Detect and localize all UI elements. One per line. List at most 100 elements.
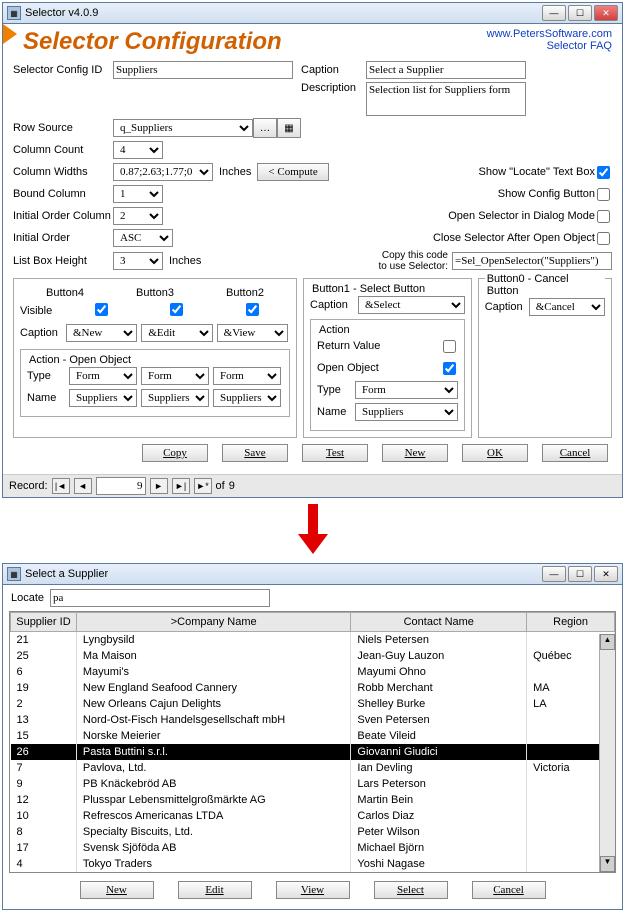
table-row[interactable]: 10Refrescos Americanas LTDACarlos Diaz <box>11 808 615 824</box>
name1-select[interactable]: Suppliers <box>355 403 458 421</box>
initial-order-select[interactable]: ASC <box>113 229 173 247</box>
faq-link[interactable]: Selector FAQ <box>487 40 612 52</box>
record-num-input[interactable] <box>96 477 146 495</box>
visible3-checkbox[interactable] <box>170 303 183 316</box>
label-column-count: Column Count <box>13 144 113 156</box>
type3-select[interactable]: Form <box>141 367 209 385</box>
row-source-ellipsis-button[interactable]: … <box>253 118 277 138</box>
record-navigator: Record: |◄ ◄ ► ►| ►* of 9 <box>3 474 622 497</box>
column-header[interactable]: Contact Name <box>351 613 527 632</box>
sel-view-button[interactable]: View <box>276 881 350 899</box>
row-source-grid-button[interactable]: ▦ <box>277 118 301 138</box>
sel-cancel-button[interactable]: Cancel <box>472 881 546 899</box>
new-button[interactable]: New <box>382 444 448 462</box>
nav-prev-button[interactable]: ◄ <box>74 478 92 494</box>
table-row[interactable]: 25Ma MaisonJean-Guy LauzonQuébec <box>11 648 615 664</box>
caption0-select[interactable]: &Cancel <box>529 298 605 316</box>
visible2-checkbox[interactable] <box>246 303 259 316</box>
name4-select[interactable]: Suppliers <box>69 389 137 407</box>
label-record: Record: <box>9 480 48 492</box>
table-cell: Martin Bein <box>351 792 527 808</box>
name2-select[interactable]: Suppliers <box>213 389 281 407</box>
caption3-select[interactable]: &Edit <box>141 324 212 342</box>
show-config-checkbox[interactable] <box>597 188 610 201</box>
table-row[interactable]: 21LyngbysildNiels Petersen <box>11 632 615 649</box>
show-locate-checkbox[interactable] <box>597 166 610 179</box>
sel-new-button[interactable]: New <box>80 881 154 899</box>
table-row[interactable]: 19New England Seafood CanneryRobb Mercha… <box>11 680 615 696</box>
copy-code-input[interactable] <box>452 252 612 270</box>
table-row[interactable]: 7Pavlova, Ltd.Ian DevlingVictoria <box>11 760 615 776</box>
website-link[interactable]: www.PetersSoftware.com <box>487 28 612 40</box>
table-cell: Carlos Diaz <box>351 808 527 824</box>
return-value-checkbox[interactable] <box>443 340 456 353</box>
test-button[interactable]: Test <box>302 444 368 462</box>
close-after-checkbox[interactable] <box>597 232 610 245</box>
select-minimize-button[interactable]: — <box>542 566 566 582</box>
nav-last-button[interactable]: ►| <box>172 478 190 494</box>
config-id-input[interactable] <box>113 61 293 79</box>
table-cell: 17 <box>11 840 77 856</box>
ok-button[interactable]: OK <box>462 444 528 462</box>
column-header[interactable]: Region <box>527 613 615 632</box>
caption1-select[interactable]: &Select <box>358 296 465 314</box>
column-count-select[interactable]: 4 <box>113 141 163 159</box>
open-dialog-checkbox[interactable] <box>597 210 610 223</box>
maximize-button[interactable]: ☐ <box>568 5 592 21</box>
table-row[interactable]: 17Svensk Sjöföda ABMichael Björn <box>11 840 615 856</box>
nav-next-button[interactable]: ► <box>150 478 168 494</box>
open-object-checkbox[interactable] <box>443 362 456 375</box>
sel-edit-button[interactable]: Edit <box>178 881 252 899</box>
locate-input[interactable] <box>50 589 270 607</box>
table-cell: 26 <box>11 744 77 760</box>
table-cell: 12 <box>11 792 77 808</box>
label-copy-code: Copy this code to use Selector: <box>379 250 448 272</box>
scroll-up-button[interactable]: ▲ <box>600 634 615 650</box>
bound-column-select[interactable]: 1 <box>113 185 163 203</box>
copy-button[interactable]: Copy <box>142 444 208 462</box>
save-button[interactable]: Save <box>222 444 288 462</box>
label-description: Description <box>301 82 366 94</box>
row-source-select[interactable]: q_Suppliers <box>113 119 253 137</box>
label-show-locate: Show "Locate" Text Box <box>479 166 595 178</box>
table-row[interactable]: 12Plusspar Lebensmittelgroßmärkte AGMart… <box>11 792 615 808</box>
compute-button[interactable]: < Compute <box>257 163 328 181</box>
table-row[interactable]: 9PB Knäckebröd ABLars Peterson <box>11 776 615 792</box>
table-row[interactable]: 13Nord-Ost-Fisch Handelsgesellschaft mbH… <box>11 712 615 728</box>
nav-new-button[interactable]: ►* <box>194 478 212 494</box>
description-input[interactable]: Selection list for Suppliers form <box>366 82 526 116</box>
table-cell: Specialty Biscuits, Ltd. <box>76 824 351 840</box>
caption-input[interactable] <box>366 61 526 79</box>
type4-select[interactable]: Form <box>69 367 137 385</box>
scroll-down-button[interactable]: ▼ <box>600 856 615 872</box>
initial-order-col-select[interactable]: 2 <box>113 207 163 225</box>
table-row[interactable]: 8Specialty Biscuits, Ltd.Peter Wilson <box>11 824 615 840</box>
caption2-select[interactable]: &View <box>217 324 288 342</box>
table-cell: Plusspar Lebensmittelgroßmärkte AG <box>76 792 351 808</box>
visible4-checkbox[interactable] <box>95 303 108 316</box>
caption4-select[interactable]: &New <box>66 324 137 342</box>
column-header[interactable]: Supplier ID <box>11 613 77 632</box>
table-row[interactable]: 26Pasta Buttini s.r.l.Giovanni Giudici <box>11 744 615 760</box>
table-cell: New Orleans Cajun Delights <box>76 696 351 712</box>
type1-select[interactable]: Form <box>355 381 458 399</box>
table-row[interactable]: 4Tokyo TradersYoshi Nagase <box>11 856 615 872</box>
minimize-button[interactable]: — <box>542 5 566 21</box>
nav-first-button[interactable]: |◄ <box>52 478 70 494</box>
close-button[interactable]: ✕ <box>594 5 618 21</box>
table-row[interactable]: 15Norske MeierierBeate Vileid <box>11 728 615 744</box>
table-row[interactable]: 6Mayumi'sMayumi Ohno <box>11 664 615 680</box>
sel-select-button[interactable]: Select <box>374 881 448 899</box>
list-box-height-select[interactable]: 3 <box>113 252 163 270</box>
select-maximize-button[interactable]: ☐ <box>568 566 592 582</box>
scrollbar[interactable]: ▲ ▼ <box>599 634 615 872</box>
column-header[interactable]: >Company Name <box>76 613 351 632</box>
cancel-button[interactable]: Cancel <box>542 444 608 462</box>
name3-select[interactable]: Suppliers <box>141 389 209 407</box>
type2-select[interactable]: Form <box>213 367 281 385</box>
table-cell: Shelley Burke <box>351 696 527 712</box>
label-type1: Type <box>317 384 355 396</box>
select-close-button[interactable]: ✕ <box>594 566 618 582</box>
table-row[interactable]: 2New Orleans Cajun DelightsShelley Burke… <box>11 696 615 712</box>
column-widths-select[interactable]: 0.87;2.63;1.77;0 <box>113 163 213 181</box>
